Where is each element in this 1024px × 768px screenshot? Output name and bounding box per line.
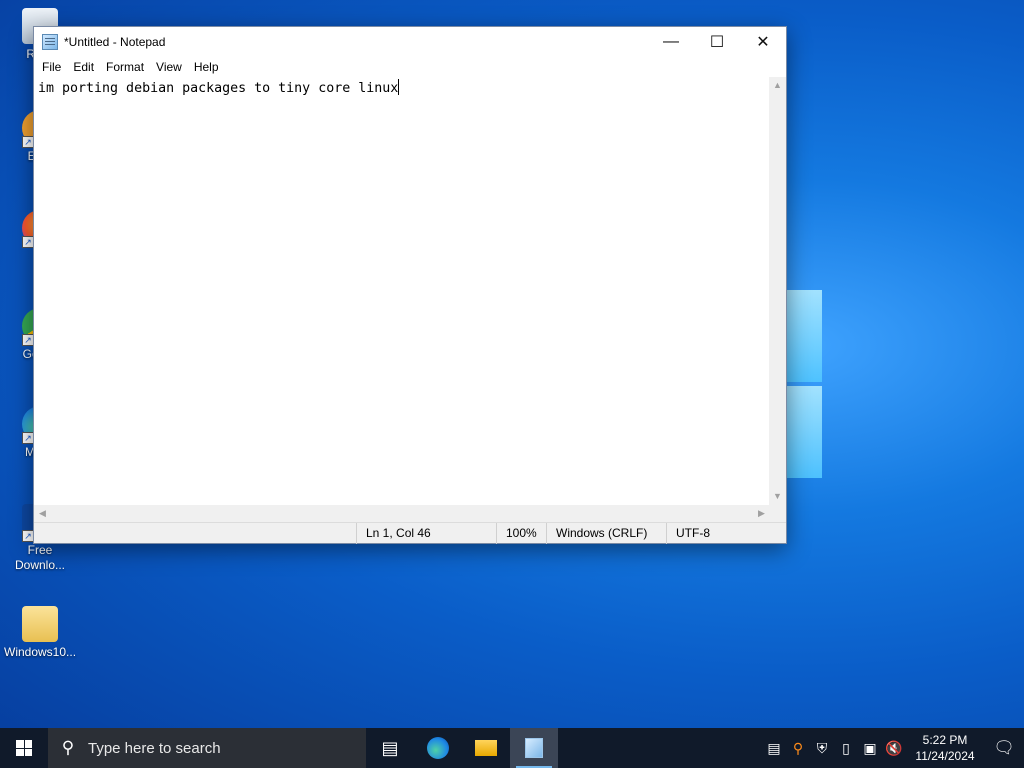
folder-icon — [475, 740, 497, 756]
close-button[interactable]: ✕ — [740, 27, 786, 57]
taskbar: ⚲ Type here to search ▤ ▤ ⚲ ⛨ ▯ ▣ 🔇 5:22… — [0, 728, 1024, 768]
status-encoding: UTF-8 — [666, 523, 786, 544]
maximize-button[interactable]: ☐ — [694, 27, 740, 57]
search-icon: ⚲ — [61, 738, 75, 757]
text-editor-area[interactable]: im porting debian packages to tiny core … — [34, 77, 770, 505]
search-placeholder: Type here to search — [88, 739, 221, 757]
start-button[interactable] — [0, 728, 48, 768]
taskbar-notepad[interactable] — [510, 728, 558, 768]
scroll-left-arrow-icon[interactable]: ◀ — [34, 508, 51, 519]
network-icon[interactable]: ▣ — [858, 740, 882, 757]
taskbar-edge[interactable] — [414, 728, 462, 768]
notepad-window: *Untitled - Notepad — ☐ ✕ File Edit Form… — [33, 26, 787, 544]
desktop-icon-windows10-folder[interactable]: Windows10... — [4, 606, 76, 660]
clock-date: 11/24/2024 — [915, 749, 975, 763]
notepad-icon — [525, 738, 543, 758]
vertical-scrollbar[interactable]: ▲ ▼ — [769, 77, 786, 505]
clock-time: 5:22 PM — [922, 733, 968, 747]
windows-logo-icon — [16, 740, 32, 756]
horizontal-scrollbar[interactable]: ◀ ▶ — [34, 505, 770, 522]
taskbar-file-explorer[interactable] — [462, 728, 510, 768]
taskbar-clock[interactable]: 5:22 PM 11/24/2024 — [906, 732, 984, 764]
menu-format[interactable]: Format — [100, 60, 150, 74]
window-title: *Untitled - Notepad — [64, 35, 166, 49]
desktop-icon-label: Free Downlo... — [14, 543, 66, 572]
task-view-icon: ▤ — [381, 737, 399, 758]
title-bar[interactable]: *Untitled - Notepad — ☐ ✕ — [34, 27, 786, 57]
menu-help[interactable]: Help — [188, 60, 225, 74]
status-line-col: Ln 1, Col 46 — [356, 523, 496, 544]
status-zoom: 100% — [496, 523, 546, 544]
notepad-icon — [42, 34, 58, 50]
task-view-button[interactable]: ▤ — [366, 728, 414, 768]
text-caret — [398, 79, 400, 95]
usb-device-icon[interactable]: ▯ — [834, 740, 858, 757]
scrollbar-corner — [769, 505, 786, 522]
scroll-down-arrow-icon[interactable]: ▼ — [769, 488, 786, 505]
notification-icon[interactable]: 🗨 — [984, 738, 1024, 758]
desktop-icon-label: Windows10... — [4, 645, 77, 659]
search-tool-icon[interactable]: ⚲ — [786, 740, 810, 757]
editor-text: im porting debian packages to tiny core … — [38, 81, 399, 96]
scroll-up-arrow-icon[interactable]: ▲ — [769, 77, 786, 94]
windows-logo-wallpaper — [786, 290, 822, 480]
menu-edit[interactable]: Edit — [67, 60, 100, 74]
shield-icon[interactable]: ⛨ — [810, 740, 834, 757]
menu-view[interactable]: View — [150, 60, 188, 74]
status-bar: Ln 1, Col 46 100% Windows (CRLF) UTF-8 — [34, 522, 786, 544]
network-window-icon[interactable]: ▤ — [762, 740, 786, 757]
menu-file[interactable]: File — [36, 60, 67, 74]
edge-icon — [427, 737, 449, 759]
folder-icon — [22, 606, 58, 642]
scroll-right-arrow-icon[interactable]: ▶ — [753, 508, 770, 519]
volume-muted-icon[interactable]: 🔇 — [882, 740, 906, 757]
system-tray: ▤ ⚲ ⛨ ▯ ▣ 🔇 5:22 PM 11/24/2024 🗨 — [762, 728, 1024, 768]
menu-bar: File Edit Format View Help — [34, 57, 786, 77]
taskbar-search-box[interactable]: ⚲ Type here to search — [48, 728, 366, 768]
status-line-ending: Windows (CRLF) — [546, 523, 666, 544]
minimize-button[interactable]: — — [648, 27, 694, 57]
